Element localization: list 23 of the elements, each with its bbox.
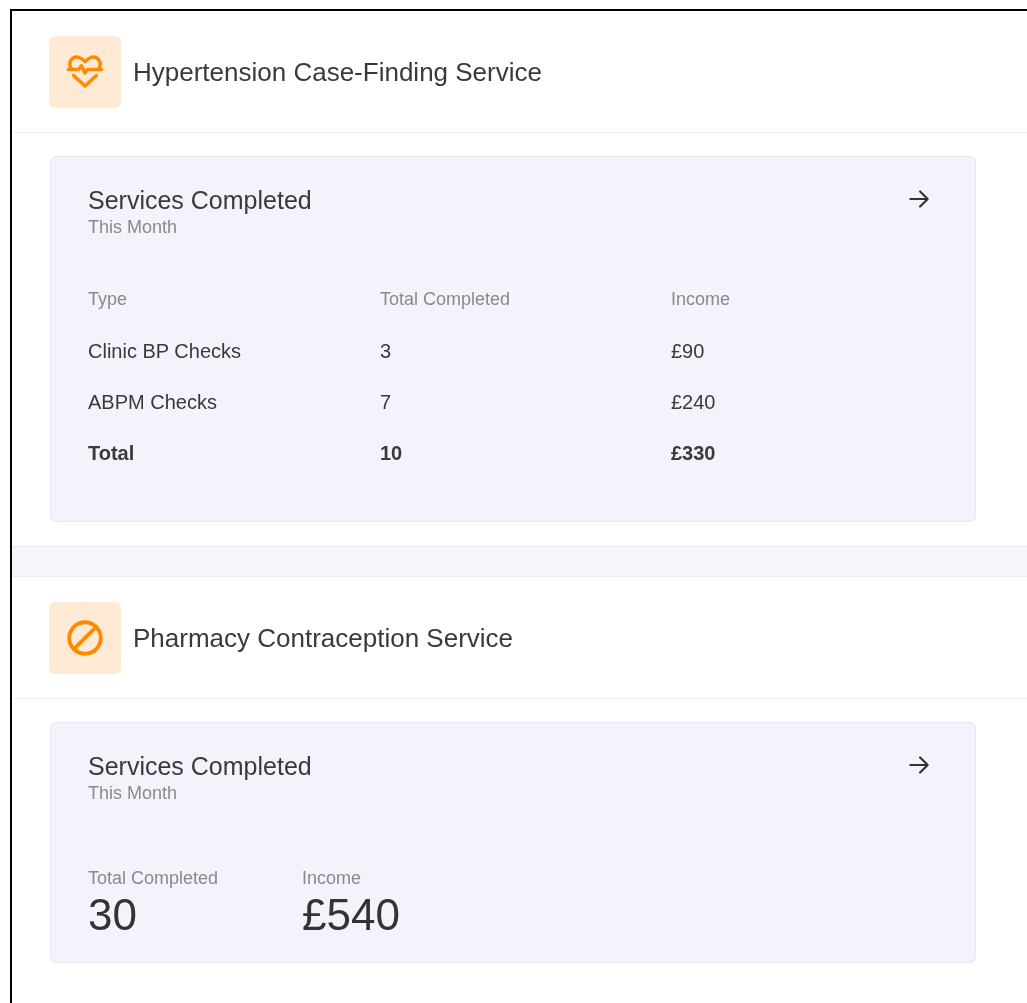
table-cell-text: £330 [671,441,717,466]
table-cell-text: ABPM Checks [88,390,218,415]
stat-value: £540 [302,890,400,940]
table-cell-text: 10 [380,441,404,466]
table-cell-text: 3 [380,339,393,364]
service-title: Pharmacy Contraception Service [133,621,514,655]
prohibited-icon [64,617,106,659]
table-cell-text: £240 [671,390,717,415]
column-header: Income [671,288,732,311]
table-cell-text: £90 [671,339,706,364]
card-subtitle: This Month [88,782,179,804]
column-header: Type [88,288,129,311]
table-cell-text: Clinic BP Checks [88,339,243,364]
service-title: Hypertension Case-Finding Service [133,55,542,89]
column-header: Total Completed [380,288,512,311]
stat-label: Total Completed [88,867,219,890]
card-subtitle: This Month [88,216,179,238]
table-cell-text: 7 [380,390,393,415]
stat-label: Income [302,867,363,890]
table-cell-text: Total [88,441,136,466]
stat-value: 30 [88,890,138,940]
card-title: Services Completed [88,185,312,216]
card-title: Services Completed [88,751,312,782]
